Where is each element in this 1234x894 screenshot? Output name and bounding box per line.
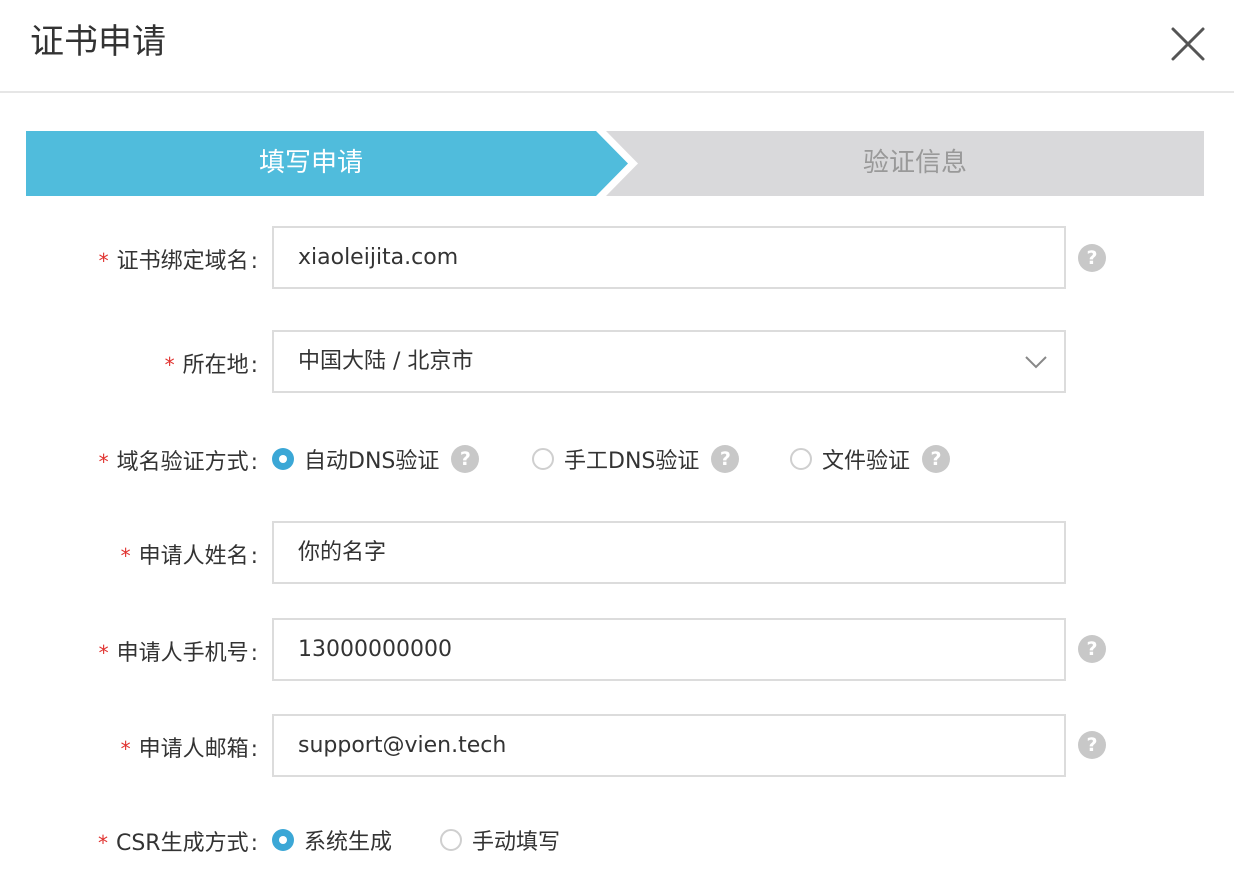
phone-help-icon[interactable]: ? — [1078, 635, 1106, 663]
radio-file-verify[interactable]: 文件验证 ? — [790, 439, 951, 479]
radio-system-generate[interactable]: 系统生成 — [272, 820, 392, 860]
row-location: * 所在地: 中国大陆 / 北京市 — [0, 330, 1234, 394]
row-phone: * 申请人手机号: 13000000000 ? — [0, 618, 1234, 682]
location-select[interactable]: 中国大陆 / 北京市 — [272, 330, 1066, 393]
close-icon[interactable] — [1168, 24, 1208, 64]
domain-label: * 证书绑定域名: — [98, 249, 258, 274]
radio-selected-icon — [272, 829, 294, 851]
row-csr: * CSR生成方式: 系统生成 手动填写 — [0, 820, 1234, 860]
row-domain: * 证书绑定域名: xiaoleijita.com ? — [0, 226, 1234, 290]
auto-dns-help-icon[interactable]: ? — [451, 445, 480, 473]
domain-help-icon[interactable]: ? — [1078, 244, 1106, 272]
radio-unselected-icon — [532, 448, 554, 470]
dialog-header: 证书申请 — [0, 0, 1234, 93]
email-label: * 申请人邮箱: — [120, 737, 258, 762]
radio-manual-dns[interactable]: 手工DNS验证 ? — [532, 439, 740, 479]
csr-label: * CSR生成方式: — [97, 831, 258, 856]
required-mark: * — [98, 249, 109, 273]
step-verify-info: 验证信息 — [862, 148, 967, 178]
radio-auto-dns[interactable]: 自动DNS验证 ? — [272, 439, 480, 479]
file-verify-help-icon[interactable]: ? — [922, 445, 951, 473]
radio-unselected-icon — [790, 448, 812, 470]
phone-label: * 申请人手机号: — [98, 641, 258, 666]
chevron-down-icon — [1024, 350, 1048, 378]
row-email: * 申请人邮箱: support@vien.tech ? — [0, 714, 1234, 778]
name-label: * 申请人姓名: — [120, 544, 258, 569]
email-help-icon[interactable]: ? — [1078, 731, 1106, 759]
radio-unselected-icon — [440, 829, 462, 851]
dialog-title: 证书申请 — [30, 22, 166, 62]
radio-selected-icon — [272, 448, 294, 470]
step-fill-application: 填写申请 — [258, 148, 363, 178]
phone-input[interactable]: 13000000000 — [272, 618, 1066, 681]
manual-dns-help-icon[interactable]: ? — [711, 445, 740, 473]
domain-input[interactable]: xiaoleijita.com — [272, 226, 1066, 289]
radio-manual-fill[interactable]: 手动填写 — [440, 820, 560, 860]
email-input[interactable]: support@vien.tech — [272, 714, 1066, 777]
name-input[interactable]: 你的名字 — [272, 521, 1066, 584]
location-label: * 所在地: — [164, 353, 258, 378]
verify-method-label: * 域名验证方式: — [98, 450, 258, 475]
row-name: * 申请人姓名: 你的名字 — [0, 521, 1234, 585]
step-progress: 填写申请 验证信息 — [26, 131, 1204, 196]
row-verify-method: * 域名验证方式: 自动DNS验证 ? 手工DNS验证 ? 文件验证 ? — [0, 439, 1234, 479]
